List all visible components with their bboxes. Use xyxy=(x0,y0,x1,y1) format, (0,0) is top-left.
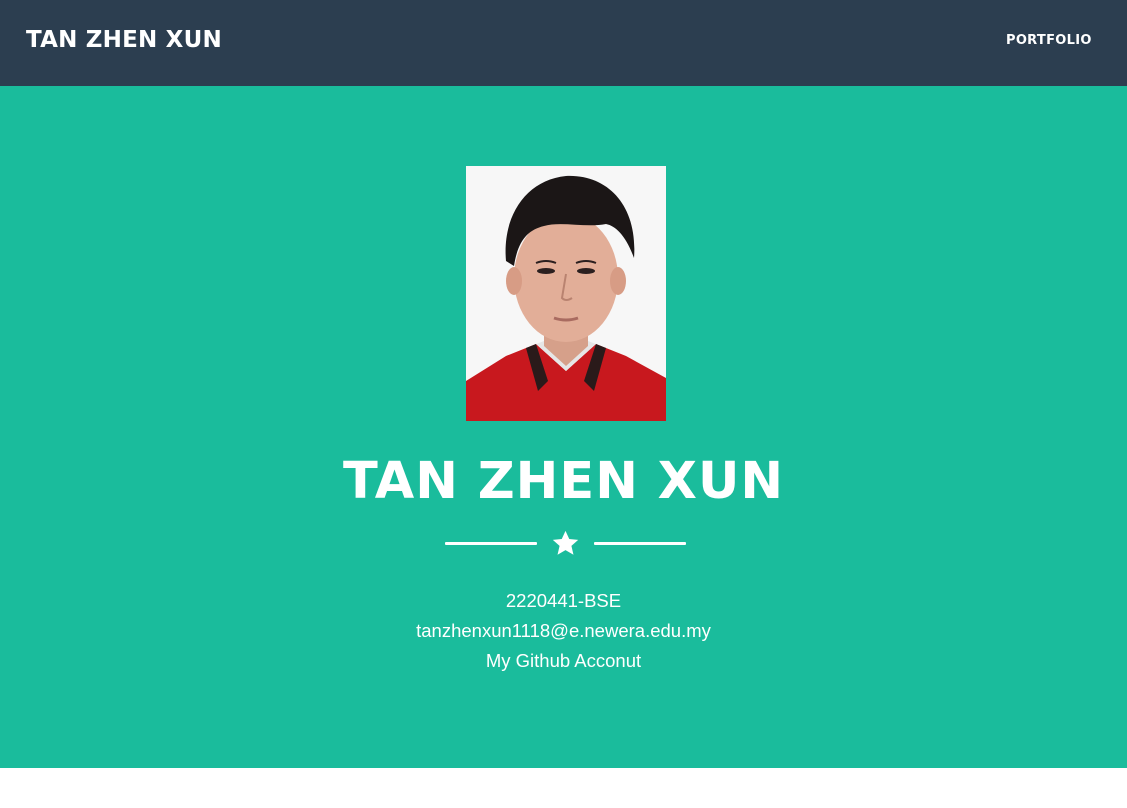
student-id: 2220441-BSE xyxy=(505,590,622,611)
navbar: TAN ZHEN XUN PORTFOLIO xyxy=(0,0,1127,86)
page-title: TAN ZHEN XUN xyxy=(342,452,785,511)
github-link[interactable]: My Github Acconut xyxy=(0,650,1127,672)
nav-link-portfolio[interactable]: PORTFOLIO xyxy=(1006,33,1092,48)
avatar xyxy=(466,166,666,421)
email-address: tanzhenxun1118@e.newera.edu.my xyxy=(416,620,711,641)
star-icon xyxy=(552,530,579,555)
divider-line-right xyxy=(594,542,686,545)
masthead: TAN ZHEN XUN 2220441-BSE tanzhenxun1118@… xyxy=(0,86,1127,768)
star-divider xyxy=(0,529,1127,559)
avatar-photo xyxy=(466,166,666,421)
divider-line-left xyxy=(445,542,537,545)
navbar-brand[interactable]: TAN ZHEN XUN xyxy=(26,27,222,53)
